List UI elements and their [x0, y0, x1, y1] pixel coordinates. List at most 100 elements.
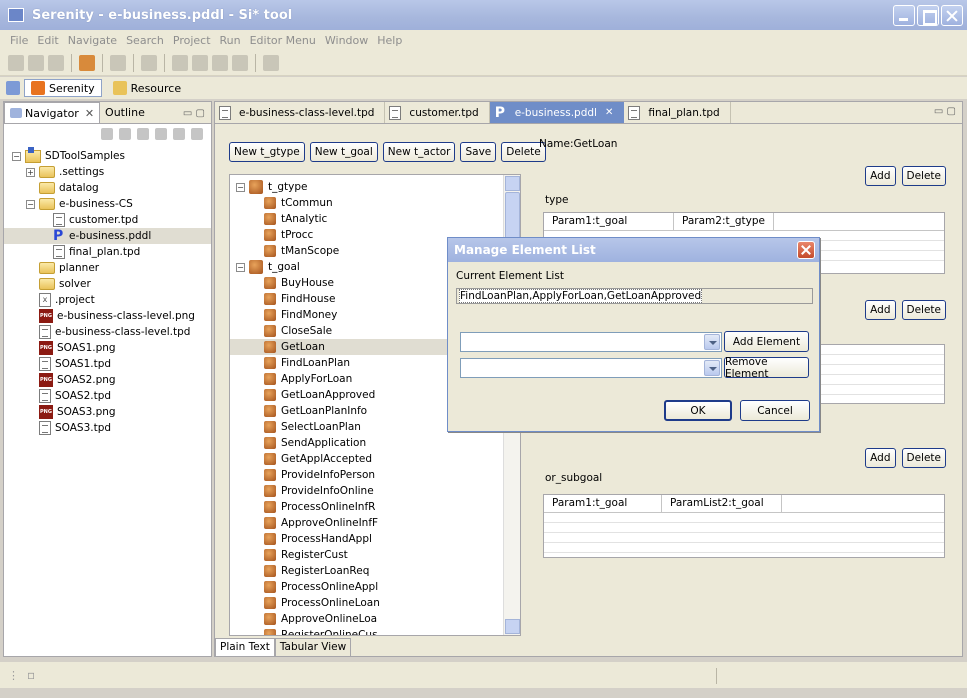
menu-navigate[interactable]: Navigate [64, 34, 121, 47]
list-item[interactable]: SOAS3.tpd [4, 420, 211, 436]
list-item[interactable]: ProcessOnlineLoan [230, 595, 520, 611]
list-item[interactable]: datalog [4, 180, 211, 196]
open-perspective-icon[interactable] [6, 81, 20, 95]
add-button[interactable]: Add [865, 166, 896, 186]
chevron-down-icon[interactable] [704, 360, 720, 376]
save-button[interactable]: Save [460, 142, 497, 162]
menu-search[interactable]: Search [122, 34, 168, 47]
editor-tab[interactable]: Pe-business.pddl ✕ [489, 102, 625, 123]
list-item[interactable]: RegisterCust [230, 547, 520, 563]
new-goal-button[interactable]: New t_goal [309, 142, 378, 162]
ok-button[interactable]: OK [664, 400, 732, 421]
add-button[interactable]: Add [865, 300, 896, 320]
table-row[interactable] [544, 523, 944, 533]
list-item[interactable]: GetApplAccepted [230, 451, 520, 467]
run-icon[interactable] [79, 54, 95, 71]
collapse-icon[interactable]: − [236, 182, 245, 192]
remove-element-combo[interactable] [460, 358, 722, 378]
menu-project[interactable]: Project [169, 34, 215, 47]
close-window-button[interactable] [941, 5, 963, 26]
minimize-button[interactable] [893, 5, 915, 26]
print-icon[interactable] [48, 54, 64, 71]
list-item[interactable]: tCommun [230, 195, 520, 211]
list-item[interactable]: Pe-business.pddl [4, 228, 211, 244]
view-menu-icon[interactable] [191, 128, 203, 140]
prev-annotation-icon[interactable] [192, 54, 208, 71]
list-item[interactable]: + .settings [4, 164, 211, 180]
link-editor-icon[interactable] [173, 128, 185, 140]
add-button[interactable]: Add [865, 448, 896, 468]
menu-edit[interactable]: Edit [33, 34, 62, 47]
next-annotation-icon[interactable] [172, 54, 188, 71]
list-item[interactable]: SOAS1.tpd [4, 356, 211, 372]
back-icon[interactable] [101, 128, 113, 140]
list-item[interactable]: RegisterLoanReq [230, 563, 520, 579]
forward-icon[interactable] [119, 128, 131, 140]
chevron-down-icon[interactable] [704, 334, 720, 350]
tab-tabular-view[interactable]: Tabular View [274, 638, 352, 656]
list-item[interactable]: x .project [4, 292, 211, 308]
remove-element-button[interactable]: Remove Element [724, 356, 809, 380]
menu-file[interactable]: File [6, 34, 32, 47]
list-item[interactable]: ApproveOnlineLoa [230, 611, 520, 627]
add-element-combo[interactable] [460, 332, 722, 352]
table-row[interactable] [544, 513, 944, 523]
menu-window[interactable]: Window [321, 34, 372, 47]
scroll-up-icon[interactable] [505, 176, 520, 191]
list-item[interactable]: PNG e-business-class-level.png [4, 308, 211, 324]
list-item[interactable]: SOAS2.tpd [4, 388, 211, 404]
list-item[interactable]: ProvideInfoPerson [230, 467, 520, 483]
menu-run[interactable]: Run [216, 34, 245, 47]
editor-tab[interactable]: final_plan.tpd [624, 102, 731, 123]
maximize-button[interactable] [917, 5, 939, 26]
scroll-down-icon[interactable] [505, 619, 520, 634]
list-item[interactable]: tAnalytic [230, 211, 520, 227]
back-icon[interactable] [212, 54, 228, 71]
list-item[interactable]: final_plan.tpd [4, 244, 211, 260]
pencil-icon[interactable] [110, 54, 126, 71]
table-row[interactable] [544, 543, 944, 553]
collapse-icon[interactable]: − [236, 262, 245, 272]
panel-minmax-icon[interactable]: ▭ ▢ [183, 108, 211, 123]
list-item[interactable]: − SDToolSamples [4, 146, 211, 164]
forward-icon[interactable] [232, 54, 248, 71]
perspective-resource[interactable]: Resource [106, 79, 188, 97]
perspective-serenity[interactable]: Serenity [24, 79, 102, 97]
list-item[interactable]: − t_gtype [230, 179, 520, 195]
list-item[interactable]: ProvideInfoOnline [230, 483, 520, 499]
cancel-button[interactable]: Cancel [740, 400, 810, 421]
list-item[interactable]: PNG SOAS1.png [4, 340, 211, 356]
dialog-close-icon[interactable] [797, 241, 815, 259]
new-icon[interactable] [8, 54, 24, 71]
new-actor-button[interactable]: New t_actor [382, 142, 456, 162]
delete-button[interactable]: Delete [901, 166, 946, 186]
list-item[interactable]: solver [4, 276, 211, 292]
list-item[interactable]: ProcessOnlineAppl [230, 579, 520, 595]
menu-editor-menu[interactable]: Editor Menu [246, 34, 320, 47]
list-item[interactable]: customer.tpd [4, 212, 211, 228]
add-element-button[interactable]: Add Element [724, 331, 809, 352]
collapse-icon[interactable]: − [12, 151, 21, 161]
tab-outline[interactable]: Outline [100, 102, 150, 123]
tab-plain-text[interactable]: Plain Text [215, 638, 275, 656]
list-item[interactable]: − e-business-CS [4, 196, 211, 212]
list-item[interactable]: planner [4, 260, 211, 276]
list-item[interactable]: RegisterOnlineCus [230, 627, 520, 635]
list-item[interactable]: SendApplication [230, 435, 520, 451]
save-icon[interactable] [28, 54, 44, 71]
close-tab-icon[interactable]: ✕ [605, 107, 613, 118]
editor-tab[interactable]: e-business-class-level.tpd [215, 102, 386, 123]
current-element-list-field[interactable]: FindLoanPlan,ApplyForLoan,GetLoanApprove… [456, 288, 813, 304]
pin-icon[interactable] [263, 54, 279, 71]
list-item[interactable]: PNG SOAS2.png [4, 372, 211, 388]
menu-help[interactable]: Help [373, 34, 406, 47]
open-type-icon[interactable] [141, 54, 157, 71]
list-item[interactable]: ApproveOnlineInfF [230, 515, 520, 531]
editor-tab[interactable]: customer.tpd [385, 102, 490, 123]
tab-navigator[interactable]: Navigator ✕ [4, 102, 101, 123]
collapse-all-icon[interactable] [155, 128, 167, 140]
delete-button[interactable]: Delete [901, 448, 946, 468]
editor-minmax-icon[interactable]: ▭ ▢ [934, 106, 956, 117]
list-item[interactable]: ProcessHandAppl [230, 531, 520, 547]
fast-view-icon[interactable]: ▫ [27, 668, 35, 682]
